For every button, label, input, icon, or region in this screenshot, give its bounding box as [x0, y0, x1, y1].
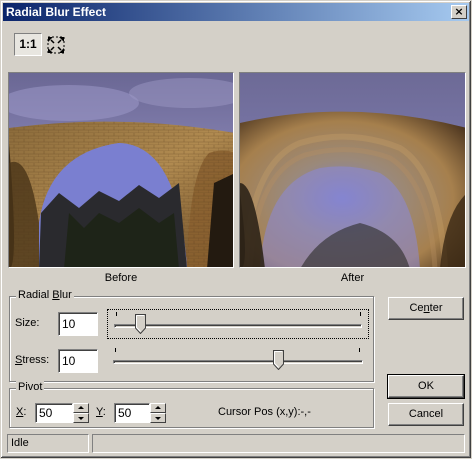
center-button[interactable]: Center [388, 297, 464, 320]
status-panel-secondary [92, 434, 465, 453]
fit-to-window-icon [47, 36, 65, 54]
stress-slider[interactable] [107, 346, 369, 376]
size-field[interactable]: 10 [58, 312, 98, 336]
radial-blur-group: Radial Blur Size: 10 Stress: 10 [9, 289, 374, 382]
pivot-group: Pivot X: 50 Y: 50 Cursor Pos (x,y):-,- [9, 381, 374, 428]
size-slider-thumb[interactable] [135, 314, 147, 334]
window-title: Radial Blur Effect [6, 5, 107, 19]
ok-button[interactable]: OK [387, 374, 465, 399]
after-preview-image[interactable] [239, 72, 466, 268]
stress-label: Stress: [15, 354, 50, 366]
cancel-button[interactable]: Cancel [388, 403, 464, 426]
pivot-group-title: Pivot [16, 381, 45, 393]
slider-tick [115, 348, 116, 352]
title-bar[interactable]: Radial Blur Effect × [3, 3, 469, 21]
close-icon: × [454, 5, 464, 18]
before-caption: Before [104, 272, 138, 284]
dialog-window: Radial Blur Effect × 1:1 Before After Ra… [0, 0, 472, 459]
stress-field[interactable]: 10 [58, 349, 98, 373]
close-button[interactable]: × [451, 5, 467, 19]
pivot-y-increment-button[interactable] [150, 403, 166, 413]
radial-blur-group-title: Radial Blur [16, 289, 74, 301]
pivot-x-input[interactable]: 50 [35, 403, 73, 423]
pivot-x-increment-button[interactable] [73, 403, 89, 413]
after-caption: After [340, 272, 365, 284]
pivot-x-label: X: [16, 406, 27, 418]
pivot-y-label: Y: [96, 406, 106, 418]
before-preview-image[interactable] [8, 72, 234, 268]
size-slider-track [114, 324, 362, 328]
size-slider[interactable] [107, 309, 369, 339]
stress-slider-thumb[interactable] [273, 350, 285, 370]
pivot-y-input[interactable]: 50 [114, 403, 150, 423]
zoom-1to1-button[interactable]: 1:1 [14, 33, 42, 56]
cursor-position-readout: Cursor Pos (x,y):-,- [218, 406, 311, 418]
slider-tick [116, 312, 117, 316]
slider-tick [359, 348, 360, 352]
status-text: Idle [7, 434, 89, 453]
pivot-x-decrement-button[interactable] [73, 413, 89, 423]
size-label: Size: [15, 317, 40, 329]
stress-slider-track [113, 360, 363, 364]
pivot-x-spinner[interactable] [73, 403, 89, 423]
pivot-y-decrement-button[interactable] [150, 413, 166, 423]
fit-to-window-button[interactable] [45, 34, 67, 56]
pivot-y-spinner[interactable] [150, 403, 166, 423]
slider-tick [360, 312, 361, 316]
